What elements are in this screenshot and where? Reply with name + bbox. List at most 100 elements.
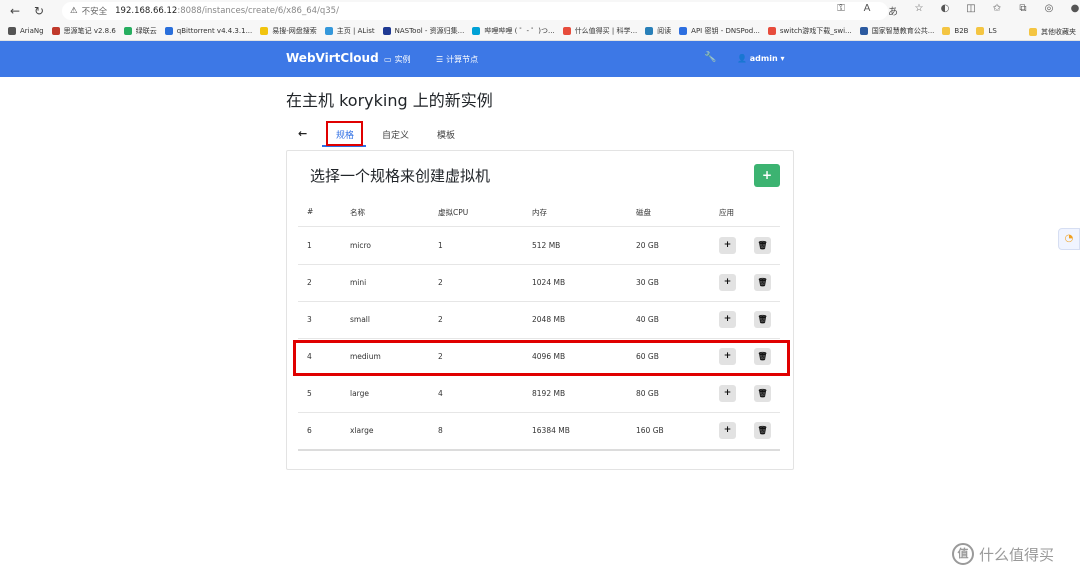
bookmark-label: 思源笔记 v2.8.6	[63, 27, 116, 35]
table-cell: 40 GB	[636, 315, 659, 324]
page-title: 在主机 koryking 上的新实例	[286, 91, 493, 110]
row-highlight-box	[293, 340, 790, 376]
table-header: 虚拟CPU	[438, 208, 469, 217]
table-divider	[298, 226, 780, 227]
reload-icon[interactable]: ↻	[30, 4, 48, 18]
table-cell: 160 GB	[636, 426, 664, 435]
table-cell: 8192 MB	[532, 389, 566, 398]
bookmark-item[interactable]: 易搜-网盘搜索	[260, 26, 317, 36]
brand-logo[interactable]: WebVirtCloud	[286, 51, 379, 65]
delete-flavor-button[interactable]: 🗑	[754, 237, 771, 254]
table-cell: 80 GB	[636, 389, 659, 398]
bookmark-item[interactable]: NASTool - 资源归集...	[382, 26, 465, 36]
delete-flavor-button[interactable]: 🗑	[754, 422, 771, 439]
browser-tool-icons: ⚿ A あ ☆ ◐ ◫ ✩ ⧉ ◎ ●	[828, 3, 1080, 18]
translate-icon[interactable]: あ	[880, 3, 906, 18]
bookmark-label: NASTool - 资源归集...	[394, 27, 465, 35]
delete-flavor-button[interactable]: 🗑	[754, 385, 771, 402]
browser-extension-icon[interactable]: ◎	[1036, 3, 1062, 18]
create-instance-button[interactable]: +	[719, 422, 736, 439]
bookmark-item[interactable]: API 密钥 - DNSPod...	[679, 26, 760, 36]
bookmark-favicon-icon	[645, 27, 654, 35]
side-panel-icon[interactable]: ◔	[1058, 228, 1080, 250]
wrench-icon[interactable]: 🔧	[704, 52, 716, 63]
bookmark-item[interactable]: B2B	[942, 27, 968, 35]
other-bookmarks-label: 其他收藏夹	[1041, 27, 1076, 36]
bookmark-favicon-icon	[859, 27, 868, 35]
other-bookmarks[interactable]: 其他收藏夹	[1029, 22, 1076, 40]
address-bar[interactable]: ⚠ 不安全 192.168.66.12:8088/instances/creat…	[62, 2, 888, 20]
read-aloud-icon[interactable]: A	[854, 3, 880, 18]
bookmark-favicon-icon	[324, 27, 333, 35]
nav-link-label: 计算节点	[446, 55, 479, 64]
favorites-icon[interactable]: ✩	[984, 3, 1010, 18]
table-cell: 5	[307, 389, 312, 398]
favorite-star-icon[interactable]: ☆	[906, 3, 932, 18]
bookmark-favicon-icon	[164, 27, 173, 35]
delete-flavor-button[interactable]: 🗑	[754, 274, 771, 291]
bookmark-favicon-icon	[767, 27, 776, 35]
create-instance-button[interactable]: +	[719, 274, 736, 291]
table-divider	[298, 412, 780, 413]
table-divider	[298, 338, 780, 339]
tab-custom[interactable]: 自定义	[382, 128, 409, 141]
bookmark-label: LS	[988, 27, 997, 35]
back-arrow-icon[interactable]: ←	[6, 4, 24, 18]
bookmark-item[interactable]: 思源笔记 v2.8.6	[51, 26, 116, 36]
table-cell: 3	[307, 315, 312, 324]
create-instance-button[interactable]: +	[719, 311, 736, 328]
app-navbar: WebVirtCloud ▭ 实例 ☰ 计算节点 🔧 👤 admin ▾	[0, 41, 1080, 77]
bookmark-favicon-icon	[679, 27, 688, 35]
bookmark-item[interactable]: qBittorrent v4.4.3.1...	[164, 27, 252, 35]
bookmark-label: 什么值得买 | 科学...	[574, 27, 638, 35]
bookmark-label: API 密钥 - DNSPod...	[691, 27, 760, 35]
bookmark-item[interactable]: 主页 | AList	[324, 26, 375, 36]
table-cell: 1	[307, 241, 312, 250]
table-cell: 20 GB	[636, 241, 659, 250]
table-header: 磁盘	[636, 208, 651, 217]
bookmark-label: switch游戏下载_swi...	[779, 27, 852, 35]
bookmark-label: 主页 | AList	[336, 27, 375, 35]
user-menu[interactable]: 👤 admin ▾	[737, 54, 784, 63]
bookmark-item[interactable]: switch游戏下载_swi...	[767, 26, 852, 36]
bookmark-favicon-icon	[942, 27, 951, 35]
create-instance-button[interactable]: +	[719, 385, 736, 402]
bookmarks-bar: AriaNg 思源笔记 v2.8.6 绿联云 qBittorrent v4.4.3.1…	[0, 22, 1080, 41]
bookmark-item[interactable]: AriaNg	[8, 27, 44, 35]
nav-link-compute[interactable]: ☰ 计算节点	[436, 54, 478, 65]
delete-flavor-button[interactable]: 🗑	[754, 311, 771, 328]
table-cell: 1024 MB	[532, 278, 566, 287]
bookmark-item[interactable]: 哔哩哔哩 ( ゜- ゜)つ...	[472, 26, 555, 36]
table-cell: micro	[350, 241, 372, 250]
bookmark-item[interactable]: 国家智慧教育公共...	[859, 26, 935, 36]
tab-template[interactable]: 模板	[437, 128, 455, 141]
watermark: 值 什么值得买	[952, 543, 1054, 565]
bookmark-item[interactable]: 什么值得买 | 科学...	[562, 26, 638, 36]
bookmark-favicon-icon	[472, 27, 481, 35]
bookmark-label: 阅读	[657, 27, 672, 35]
user-name: admin	[749, 54, 778, 63]
bookmark-favicon-icon	[123, 27, 132, 35]
table-cell: 1	[438, 241, 443, 250]
table-header: 名称	[350, 208, 365, 217]
bookmark-label: 绿联云	[135, 27, 157, 35]
bookmark-label: 国家智慧教育公共...	[871, 27, 935, 35]
add-flavor-button[interactable]: +	[754, 164, 780, 187]
split-screen-icon[interactable]: ◫	[958, 3, 984, 18]
collections-icon[interactable]: ⧉	[1010, 3, 1036, 18]
profile-icon[interactable]: ●	[1062, 3, 1080, 18]
table-cell: 6	[307, 426, 312, 435]
extension-icon[interactable]: ◐	[932, 3, 958, 18]
key-icon[interactable]: ⚿	[828, 3, 854, 18]
bookmark-item[interactable]: 阅读	[645, 26, 671, 36]
bookmark-label: AriaNg	[20, 27, 44, 35]
table-cell: 8	[438, 426, 443, 435]
bookmark-item[interactable]: 绿联云	[123, 26, 157, 36]
url-host: 192.168.66.12	[115, 6, 178, 16]
server-icon: ☰	[436, 55, 444, 64]
back-arrow-icon[interactable]: ←	[298, 127, 307, 140]
table-cell: 16384 MB	[532, 426, 570, 435]
nav-link-instances[interactable]: ▭ 实例	[384, 54, 411, 65]
create-instance-button[interactable]: +	[719, 237, 736, 254]
bookmark-item[interactable]: LS	[976, 27, 997, 35]
